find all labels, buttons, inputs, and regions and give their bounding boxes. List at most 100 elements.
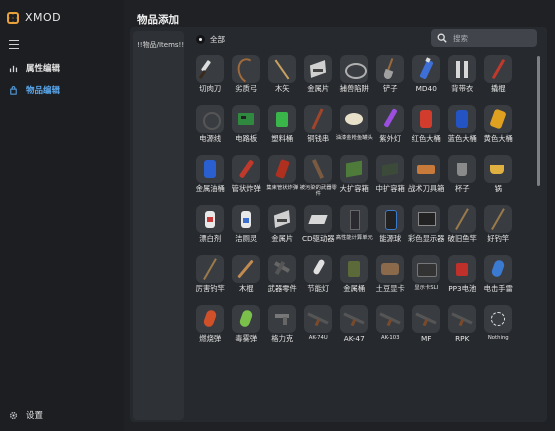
item-label: 电源线	[199, 134, 222, 143]
item-card[interactable]: 蓝色大桶	[445, 105, 480, 155]
item-card[interactable]: 大扩容箱	[337, 155, 372, 205]
item-card[interactable]: PP3电池	[445, 255, 480, 305]
item-card[interactable]: 电源线	[193, 105, 228, 155]
item-card[interactable]: 金属片	[265, 205, 300, 255]
item-label: 金属油桶	[195, 184, 225, 193]
item-card[interactable]: 高性能计算单元	[336, 205, 373, 255]
item-card[interactable]: AK-47	[337, 305, 372, 355]
shock-grenade-icon	[484, 255, 513, 283]
item-card[interactable]: CD驱动器	[301, 205, 336, 255]
item-card[interactable]: 漂白剂	[193, 205, 228, 255]
item-card[interactable]: 破旧鱼竿	[445, 205, 480, 255]
item-label: 切肉刀	[199, 84, 222, 93]
bar-chart-icon	[9, 65, 18, 72]
metal-bucket-icon	[340, 255, 369, 283]
item-label: 战术刀具箱	[408, 184, 445, 193]
search-input[interactable]	[453, 33, 523, 43]
app-logo-icon	[7, 11, 19, 24]
arrow-icon	[268, 55, 297, 83]
search-box[interactable]	[431, 29, 537, 47]
item-card[interactable]: 彩色显示器	[408, 205, 444, 255]
item-card[interactable]: 切肉刀	[193, 55, 228, 105]
item-label: 铜钱串	[307, 134, 330, 143]
uv-lamp-icon	[376, 105, 405, 133]
gear-icon	[10, 411, 17, 419]
item-card[interactable]: 铜钱串	[301, 105, 336, 155]
cleaner-icon	[232, 205, 261, 233]
circuit-board-icon	[232, 105, 261, 133]
incendiary-icon	[196, 305, 225, 333]
item-card[interactable]: 电路板	[229, 105, 264, 155]
sidebar-item-item-edit[interactable]: 物品编辑	[0, 81, 124, 99]
item-label: Nothing	[487, 335, 509, 341]
spray-can-icon	[412, 55, 441, 83]
item-card[interactable]: 中扩容箱	[373, 155, 408, 205]
fishing-rod-icon	[484, 205, 513, 233]
item-card[interactable]: 锅	[481, 155, 516, 205]
sidebar-item-attribute-edit[interactable]: 属性编辑	[0, 59, 124, 77]
item-card[interactable]: 撬棍	[481, 55, 516, 105]
settings-button[interactable]: 设置	[9, 409, 43, 421]
item-card[interactable]: 金属片	[301, 55, 336, 105]
item-label: 集束管状炸弹	[266, 185, 299, 191]
item-card[interactable]: MD40	[409, 55, 444, 105]
item-label: 金属片	[271, 234, 294, 243]
menu-toggle-icon[interactable]	[9, 40, 19, 49]
item-card[interactable]: AK-103	[373, 305, 408, 355]
item-label: 节能灯	[307, 284, 330, 293]
category-item[interactable]: !!物品/Items!!	[137, 40, 184, 50]
item-card[interactable]: 被污染的武器零件	[300, 155, 337, 205]
item-card[interactable]: 塑料桶	[265, 105, 300, 155]
item-label: MF	[421, 334, 432, 343]
item-card[interactable]: MF	[409, 305, 444, 355]
scrollbar[interactable]	[537, 56, 540, 186]
item-card[interactable]: 杯子	[445, 155, 480, 205]
item-label: AK-74U	[308, 335, 328, 341]
overalls-icon	[448, 55, 477, 83]
item-card[interactable]: 黄色大桶	[481, 105, 516, 155]
large-box-icon	[340, 155, 369, 183]
item-label: 管状炸弹	[231, 184, 261, 193]
item-card[interactable]: 铲子	[373, 55, 408, 105]
item-card[interactable]: 好钓竿	[481, 205, 516, 255]
item-card[interactable]: 毒雾弹	[229, 305, 264, 355]
empty-slot-icon	[484, 305, 513, 333]
metal-sheet-icon	[268, 205, 297, 233]
item-card[interactable]: 木矢	[265, 55, 300, 105]
item-card[interactable]: 洁厕灵	[229, 205, 264, 255]
item-card[interactable]: 武器零件	[265, 255, 300, 305]
item-card[interactable]: 捕兽陷阱	[337, 55, 372, 105]
item-card[interactable]: RPK	[445, 305, 480, 355]
item-card[interactable]: 背带衣	[445, 55, 480, 105]
item-card[interactable]: 燃烧弹	[193, 305, 228, 355]
item-label: 能源球	[379, 234, 402, 243]
item-card[interactable]: AK-74U	[301, 305, 336, 355]
bulb-icon	[304, 255, 333, 283]
item-card[interactable]: 显示卡SLI	[409, 255, 444, 305]
item-label: 中扩容箱	[375, 184, 405, 193]
filter-all-radio[interactable]: 全部	[196, 34, 225, 45]
filter-all-label: 全部	[210, 35, 225, 44]
item-card[interactable]: 紫外灯	[373, 105, 408, 155]
item-card[interactable]: 土豆显卡	[373, 255, 408, 305]
item-card[interactable]: 红色大桶	[409, 105, 444, 155]
item-card[interactable]: Nothing	[481, 305, 516, 355]
item-label: 土豆显卡	[375, 284, 405, 293]
item-card[interactable]: 节能灯	[301, 255, 336, 305]
item-card[interactable]: 管状炸弹	[229, 155, 264, 205]
weapon-parts-icon	[268, 255, 297, 283]
item-card[interactable]: 油漆金枪鱼罐头	[336, 105, 373, 155]
item-card[interactable]: 劣质弓	[229, 55, 264, 105]
item-card[interactable]: 电击手雷	[481, 255, 516, 305]
item-card[interactable]: 金属油桶	[193, 155, 228, 205]
item-card[interactable]: 厉害钓竿	[193, 255, 228, 305]
item-card[interactable]: 战术刀具箱	[408, 155, 445, 205]
item-card[interactable]: 格力克	[265, 305, 300, 355]
item-card[interactable]: 木棍	[229, 255, 264, 305]
radio-selected-icon	[196, 35, 205, 44]
item-card[interactable]: 集束管状炸弹	[265, 155, 300, 205]
stick-icon	[232, 255, 261, 283]
item-card[interactable]: 能源球	[373, 205, 408, 255]
item-card[interactable]: 金属桶	[337, 255, 372, 305]
gpu-icon	[376, 255, 405, 283]
